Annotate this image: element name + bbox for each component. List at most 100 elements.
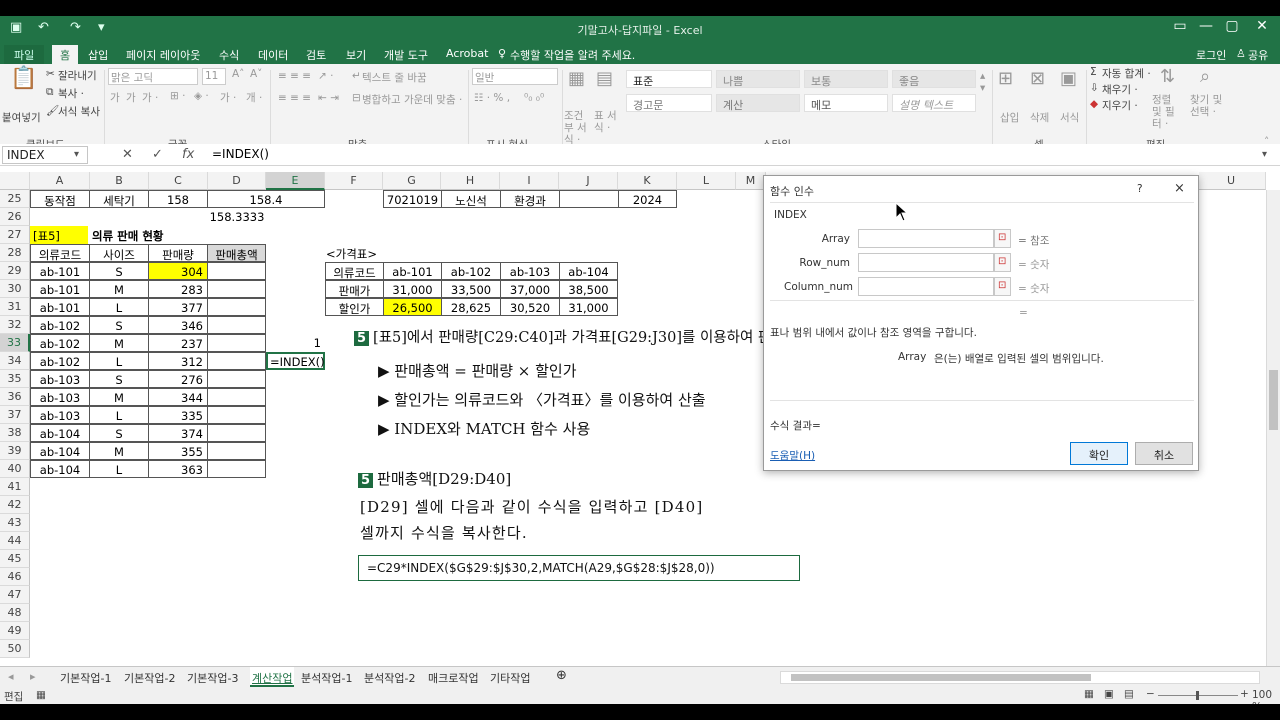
insert-cells-icon[interactable]: ⊞ [998, 68, 1013, 89]
cell[interactable]: ab-102 [30, 352, 90, 370]
style-note[interactable]: 메모 [804, 94, 888, 112]
cell-highlighted[interactable]: 26,500 [383, 298, 442, 316]
tab-acrobat[interactable]: Acrobat [446, 45, 488, 64]
font-color-icon[interactable]: 가 · [220, 90, 236, 105]
table-header[interactable]: 판매총액 [207, 244, 266, 262]
row-header[interactable]: 32 [0, 316, 30, 334]
indent-icon[interactable]: ⇤ ⇥ [318, 92, 339, 104]
cell[interactable]: ab-101 [30, 262, 90, 280]
cell-sales-total[interactable] [207, 334, 266, 352]
column-header[interactable]: M [736, 172, 766, 190]
merge-icon[interactable]: ⊟ [352, 92, 361, 104]
cell[interactable]: ab-104 [30, 424, 90, 442]
cell[interactable]: 158 [148, 190, 208, 208]
cell[interactable]: 377 [148, 298, 208, 316]
font-name-select[interactable]: 맑은 고딕 [108, 68, 198, 85]
align-top-icon[interactable]: ≡ ≡ ≡ [278, 70, 311, 82]
dialog-close-button[interactable]: × [1174, 181, 1185, 196]
zoom-in-icon[interactable]: + [1240, 688, 1249, 700]
cell[interactable] [559, 190, 619, 208]
zoom-out-icon[interactable]: − [1146, 688, 1155, 700]
sheet-tab[interactable]: 기타작업 [490, 667, 530, 687]
phonetic-icon[interactable]: 개 · [246, 90, 262, 105]
style-warning[interactable]: 경고문 [626, 94, 712, 112]
format-cells-icon[interactable]: ▣ [1060, 68, 1077, 89]
price-table-title[interactable]: <가격표> [326, 244, 396, 262]
style-calc[interactable]: 계산 [716, 94, 800, 112]
underline-icon[interactable]: 가 · [142, 90, 158, 105]
fill-color-icon[interactable]: ◈ · [194, 90, 209, 102]
table-header[interactable]: 의류코드 [30, 244, 90, 262]
table-format-icon[interactable]: ▤ [596, 68, 613, 89]
column-header[interactable]: H [441, 172, 500, 190]
cell[interactable]: 30,520 [500, 298, 560, 316]
style-good[interactable]: 좋음 [892, 70, 976, 88]
row-header[interactable]: 40 [0, 460, 30, 478]
orientation-icon[interactable]: ↗ · [318, 70, 333, 82]
tab-insert[interactable]: 삽입 [88, 45, 108, 64]
column-header[interactable]: A [30, 172, 90, 190]
cell[interactable]: 276 [148, 370, 208, 388]
styles-scroll-icon[interactable]: ▴ ▾ [980, 70, 985, 94]
table-header[interactable]: 사이즈 [89, 244, 149, 262]
sort-filter-icon[interactable]: ⇅ [1160, 66, 1175, 87]
horizontal-scrollbar[interactable] [780, 671, 1260, 684]
page-break-view-icon[interactable]: ▤ [1124, 688, 1134, 700]
row-header[interactable]: 25 [0, 190, 30, 208]
row-header[interactable]: 34 [0, 352, 30, 370]
format-painter-button[interactable]: 서식 복사 [58, 104, 100, 119]
table5-label[interactable]: [표5] [30, 226, 88, 244]
cell[interactable]: 노신석 [441, 190, 501, 208]
tab-file[interactable]: 파일 [4, 45, 45, 64]
cell[interactable]: 335 [148, 406, 208, 424]
cell-sales-total[interactable] [207, 352, 266, 370]
delete-cells-icon[interactable]: ⊠ [1030, 68, 1045, 89]
cell[interactable]: M [89, 442, 149, 460]
format-cells-button[interactable]: 서식 [1060, 110, 1079, 125]
italic-icon[interactable]: 가 [126, 90, 136, 105]
cell[interactable]: 355 [148, 442, 208, 460]
cell[interactable]: M [89, 334, 149, 352]
ok-button[interactable]: 확인 [1070, 442, 1128, 465]
cell[interactable]: 판매가 [325, 280, 384, 298]
cell[interactable]: 31,000 [383, 280, 442, 298]
dialog-help-button[interactable]: ? [1137, 183, 1143, 195]
cell[interactable]: L [89, 460, 149, 478]
scroll-thumb[interactable] [1269, 370, 1278, 430]
cell[interactable]: ab-102 [30, 316, 90, 334]
cell[interactable]: S [89, 370, 149, 388]
cell[interactable]: 환경과 [500, 190, 560, 208]
style-normal[interactable]: 표준 [626, 70, 712, 88]
column-header[interactable]: F [325, 172, 383, 190]
column-header[interactable]: I [500, 172, 559, 190]
zoom-level[interactable]: 100 % [1252, 689, 1280, 704]
tell-me-box[interactable]: 수행할 작업을 알려 주세요. [510, 45, 635, 64]
table-header[interactable]: 의류코드 [325, 262, 384, 280]
table-header[interactable]: ab-104 [559, 262, 618, 280]
cell[interactable]: 7021019 [383, 190, 442, 208]
row-header[interactable]: 37 [0, 406, 30, 424]
cell[interactable]: 237 [148, 334, 208, 352]
find-select-icon[interactable]: ⌕ [1200, 66, 1210, 87]
sheet-tab[interactable]: 분석작업-1 [301, 667, 352, 687]
cell[interactable]: 346 [148, 316, 208, 334]
share-icon[interactable]: ♙ [1236, 45, 1246, 64]
accounting-icon[interactable]: ☷ · % , [474, 92, 510, 104]
row-header[interactable]: 42 [0, 496, 30, 514]
select-all-corner[interactable] [0, 172, 30, 190]
cond-format-icon[interactable]: ▦ [568, 68, 585, 89]
font-shrink-icon[interactable]: A˅ [250, 68, 262, 80]
row-header[interactable]: 27 [0, 226, 30, 244]
wrap-text-button[interactable]: 텍스트 줄 바꿈 [362, 70, 427, 85]
row-header[interactable]: 50 [0, 640, 30, 658]
cell[interactable]: 304 [148, 262, 208, 280]
table-header[interactable]: ab-101 [383, 262, 442, 280]
cell[interactable]: ab-101 [30, 298, 90, 316]
insert-function-icon[interactable]: fx [182, 147, 194, 162]
macro-record-icon[interactable]: ▦ [36, 689, 46, 701]
cell[interactable]: 33,500 [441, 280, 501, 298]
row-header[interactable]: 31 [0, 298, 30, 316]
cell[interactable]: L [89, 406, 149, 424]
page-layout-view-icon[interactable]: ▣ [1104, 688, 1114, 700]
next-sheet-icon[interactable]: ▸ [30, 667, 36, 687]
